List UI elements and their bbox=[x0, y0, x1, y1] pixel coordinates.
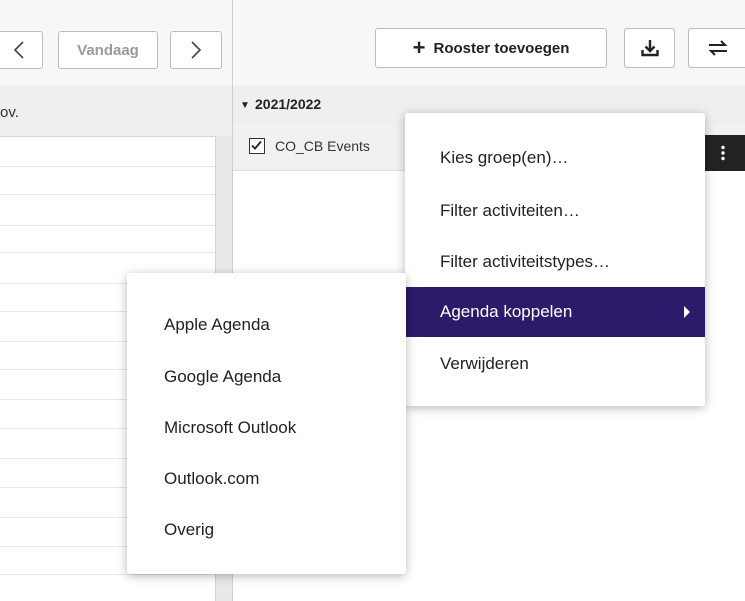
sync-button[interactable] bbox=[688, 28, 745, 68]
submenu-item-outlook-com[interactable]: Outlook.com bbox=[127, 454, 406, 504]
plus-icon: + bbox=[412, 35, 426, 60]
submenu-item-label: Google Agenda bbox=[164, 367, 282, 386]
menu-item-label: Filter activiteitstypes… bbox=[440, 252, 611, 271]
submenu-item-label: Overig bbox=[164, 520, 215, 539]
add-schedule-label: Rooster toevoegen bbox=[433, 39, 570, 57]
menu-item-label: Kies groep(en)… bbox=[440, 148, 569, 167]
submenu-item-google-calendar[interactable]: Google Agenda bbox=[127, 352, 406, 402]
submenu-item-other[interactable]: Overig bbox=[127, 505, 406, 555]
schedule-context-menu: Kies groep(en)… Filter activiteiten… Fil… bbox=[405, 113, 705, 406]
submenu-item-label: Outlook.com bbox=[164, 469, 260, 488]
link-calendar-submenu: Apple Agenda Google Agenda Microsoft Out… bbox=[127, 273, 406, 574]
kebab-icon bbox=[720, 145, 725, 161]
swap-arrows-icon bbox=[708, 40, 728, 56]
chevron-right-icon bbox=[191, 41, 202, 59]
submenu-item-label: Apple Agenda bbox=[164, 315, 270, 334]
today-button[interactable]: Vandaag bbox=[58, 31, 158, 69]
menu-item-filter-activity-types[interactable]: Filter activiteitstypes… bbox=[405, 237, 705, 287]
menu-item-delete[interactable]: Verwijderen bbox=[405, 339, 705, 389]
year-label: 2021/2022 bbox=[255, 96, 322, 112]
previous-button[interactable] bbox=[0, 31, 43, 69]
add-schedule-button[interactable]: + Rooster toevoegen bbox=[375, 28, 607, 68]
next-button[interactable] bbox=[170, 31, 222, 69]
download-button[interactable] bbox=[624, 28, 675, 68]
download-icon bbox=[640, 40, 659, 57]
submenu-item-microsoft-outlook[interactable]: Microsoft Outlook bbox=[127, 403, 406, 453]
menu-item-link-calendar[interactable]: Agenda koppelen bbox=[405, 287, 705, 337]
checkmark-icon bbox=[251, 140, 262, 150]
menu-item-label: Filter activiteiten… bbox=[440, 201, 580, 220]
calendar-toolbar: Vandaag bbox=[0, 0, 232, 87]
submenu-item-apple-calendar[interactable]: Apple Agenda bbox=[127, 300, 406, 350]
submenu-item-label: Microsoft Outlook bbox=[164, 418, 297, 437]
menu-item-label: Agenda koppelen bbox=[440, 302, 573, 321]
menu-item-filter-activities[interactable]: Filter activiteiten… bbox=[405, 186, 705, 236]
chevron-left-icon bbox=[13, 41, 24, 59]
schedule-name: CO_CB Events bbox=[275, 138, 370, 154]
schedule-checkbox[interactable] bbox=[249, 138, 265, 154]
column-header-label: ov. bbox=[0, 104, 19, 121]
caret-right-icon bbox=[684, 306, 690, 318]
menu-item-choose-groups[interactable]: Kies groep(en)… bbox=[405, 133, 705, 183]
schedule-options-button[interactable] bbox=[700, 135, 745, 171]
calendar-column-header: ov. bbox=[0, 86, 232, 137]
caret-down-icon: ▼ bbox=[240, 100, 250, 111]
menu-item-label: Verwijderen bbox=[440, 354, 529, 373]
